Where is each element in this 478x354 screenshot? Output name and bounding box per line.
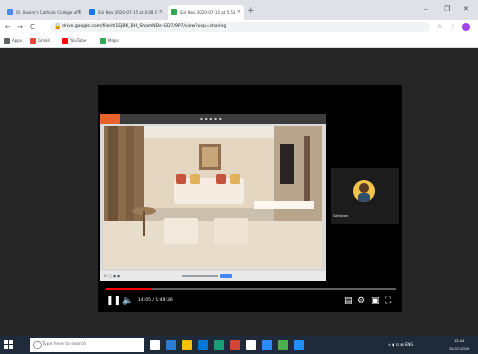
settings-gear-icon[interactable]: ⚙ <box>357 295 365 307</box>
taskbar-app-icon[interactable] <box>246 340 256 350</box>
store-icon[interactable] <box>214 340 224 350</box>
subtitles-icon[interactable]: ▤ <box>344 295 353 307</box>
participant-tile: Sathiyan <box>331 168 399 224</box>
bookmark-label: Apps <box>12 38 22 43</box>
participant-name: Sathiyan <box>333 214 349 218</box>
bookmarks-bar: Apps Gmail YouTube Maps <box>0 34 478 48</box>
taskbar-search-placeholder: Type here to search <box>42 342 87 347</box>
participant-avatar <box>353 180 375 202</box>
bookmark-star-icon[interactable]: ☆ <box>437 23 442 31</box>
drive-video-viewer: ▪▪▪▪▪ ⊞ ◯ ◼ ◼ Sathiyan ❚❚ 🔈 14:05 / 1:49… <box>0 48 478 336</box>
shared-footer-button <box>220 274 232 278</box>
browser-tab[interactable]: St. Xavier's Catholic College of E × <box>4 5 84 20</box>
taskbar-search-box[interactable]: ◯ Type here to search <box>30 338 144 352</box>
edge-browser-icon[interactable] <box>198 340 208 350</box>
address-url[interactable]: drive.google.com/file/d/1EJBK_BH_ShamNDe… <box>62 22 226 32</box>
bookmark-maps[interactable]: Maps <box>100 37 119 45</box>
address-bar[interactable]: 🔒 drive.google.com/file/d/1EJBK_BH_ShamN… <box>50 22 430 32</box>
tab-title: Siri Nov 2020-07-15 at 5.53 <box>180 10 236 15</box>
tab-title: St. Xavier's Catholic College of E <box>16 10 82 15</box>
fullscreen-icon[interactable]: ⛶ <box>385 295 391 307</box>
youtube-icon <box>62 38 68 44</box>
shared-footer-line <box>182 275 218 277</box>
file-explorer-icon[interactable] <box>182 340 192 350</box>
mail-icon[interactable] <box>230 340 240 350</box>
gmail-icon <box>30 38 36 44</box>
room-illustration <box>104 126 322 269</box>
windows-start-icon[interactable] <box>4 340 14 350</box>
tab-close-icon[interactable]: × <box>77 5 81 20</box>
bookmark-label: YouTube <box>70 38 87 43</box>
shared-footer-text: ⊞ ◯ ◼ ◼ <box>104 274 120 278</box>
video-progress-fill <box>106 288 153 290</box>
new-tab-button[interactable]: + <box>247 6 255 16</box>
tab-title: Siri Nov 2020-07-15 at 0.08 C <box>98 10 158 15</box>
tab-favicon-icon <box>7 9 13 15</box>
profile-avatar[interactable] <box>462 23 470 31</box>
screen: St. Xavier's Catholic College of E × Sir… <box>0 0 478 354</box>
tab-close-icon[interactable]: × <box>159 5 163 20</box>
video-player[interactable]: ▪▪▪▪▪ ⊞ ◯ ◼ ◼ Sathiyan ❚❚ 🔈 14:05 / 1:49… <box>98 85 402 312</box>
clock-date: 15-07-2020 <box>448 347 470 351</box>
taskbar-app-icon[interactable] <box>166 340 176 350</box>
shared-window-footer: ⊞ ◯ ◼ ◼ <box>100 271 326 281</box>
clock-time: 12:44 <box>453 339 465 343</box>
video-progress-bar[interactable] <box>106 288 396 290</box>
pause-icon[interactable]: ❚❚ <box>106 295 121 307</box>
task-view-icon[interactable] <box>150 340 160 350</box>
reload-icon[interactable]: C <box>30 22 35 32</box>
tab-close-icon[interactable]: × <box>237 5 241 20</box>
miniplayer-icon[interactable]: ▣ <box>371 295 380 307</box>
living-room-photo <box>104 126 322 269</box>
taskbar-app-icon[interactable] <box>294 340 304 350</box>
taskbar-app-icon[interactable] <box>278 340 288 350</box>
bookmark-apps[interactable]: Apps <box>4 37 22 45</box>
back-arrow-icon[interactable]: ← <box>5 22 11 32</box>
shared-app-tag <box>100 114 120 124</box>
browser-tab-strip: St. Xavier's Catholic College of E × Sir… <box>0 0 478 20</box>
bookmark-label: Gmail <box>38 38 50 43</box>
maximize-window-icon[interactable]: ❐ <box>444 4 450 14</box>
close-window-icon[interactable]: ✕ <box>463 4 469 14</box>
browser-tab-active[interactable]: Siri Nov 2020-07-15 at 5.53 × <box>168 5 244 20</box>
lock-icon: 🔒 <box>54 23 62 30</box>
bookmark-gmail[interactable]: Gmail <box>30 37 50 45</box>
video-timecode: 14:05 / 1:49:36 <box>138 298 173 303</box>
shared-screen-frame: ▪▪▪▪▪ ⊞ ◯ ◼ ◼ <box>100 114 326 281</box>
forward-arrow-icon[interactable]: → <box>17 22 23 32</box>
chrome-icon[interactable] <box>262 340 272 350</box>
bookmark-label: Maps <box>108 38 119 43</box>
volume-icon[interactable]: 🔈 <box>122 295 133 307</box>
bookmark-youtube[interactable]: YouTube <box>62 37 86 45</box>
system-tray[interactable]: ∧ ◖ ⊡ ⊠ ENG <box>388 339 413 351</box>
shared-window-titlebar: ▪▪▪▪▪ <box>100 114 326 124</box>
minimize-window-icon[interactable]: – <box>424 4 428 14</box>
browser-toolbar: ← → C 🔒 drive.google.com/file/d/1EJBK_BH… <box>0 20 478 34</box>
extensions-icon[interactable]: ⋮ <box>450 23 456 31</box>
windows-taskbar: ◯ Type here to search ∧ ◖ ⊡ ⊠ ENG 12:44 … <box>0 336 478 354</box>
maps-icon <box>100 38 106 44</box>
tab-favicon-icon <box>171 9 177 15</box>
taskbar-clock[interactable]: 12:44 15-07-2020 <box>448 337 470 353</box>
tab-favicon-icon <box>89 9 95 15</box>
shared-toolbar-icons: ▪▪▪▪▪ <box>200 116 224 121</box>
apps-grid-icon <box>4 38 10 44</box>
search-icon: ◯ <box>33 340 42 349</box>
person-icon <box>358 183 370 202</box>
browser-tab[interactable]: Siri Nov 2020-07-15 at 0.08 C × <box>86 5 166 20</box>
